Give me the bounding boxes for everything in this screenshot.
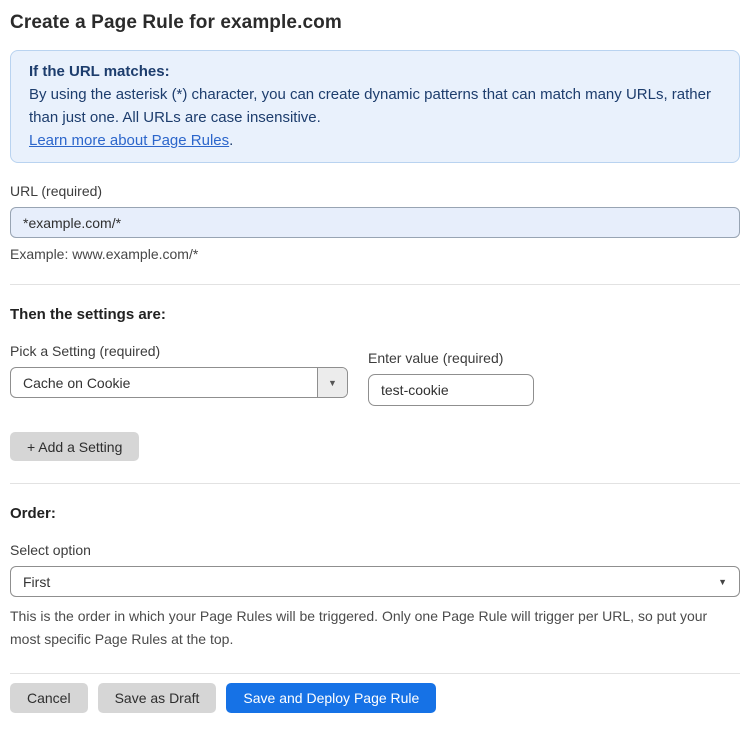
divider	[10, 284, 740, 285]
settings-row: Pick a Setting (required) Cache on Cooki…	[10, 323, 740, 406]
setting-select-value: Cache on Cookie	[23, 374, 131, 391]
url-match-info-box: If the URL matches: By using the asteris…	[10, 50, 740, 163]
add-setting-button[interactable]: + Add a Setting	[10, 432, 140, 461]
order-select-label: Select option	[10, 542, 91, 558]
link-suffix: .	[229, 132, 234, 149]
pick-setting-label: Pick a Setting (required)	[10, 343, 161, 359]
chevron-down-icon: ▼	[718, 576, 727, 587]
page-title: Create a Page Rule for example.com	[10, 12, 342, 33]
url-example-text: Example: www.example.com/*	[10, 246, 199, 262]
info-box-body: By using the asterisk (*) character, you…	[29, 86, 711, 126]
order-section-heading: Order:	[10, 505, 56, 522]
order-select[interactable]: First ▼	[10, 566, 740, 597]
url-field-label: URL (required)	[10, 183, 103, 199]
setting-select[interactable]: Cache on Cookie ▼	[10, 367, 348, 398]
learn-more-link[interactable]: Learn more about Page Rules	[29, 132, 229, 149]
divider	[10, 673, 740, 674]
order-helper-text: This is the order in which your Page Rul…	[10, 608, 708, 647]
page-rule-form: Create a Page Rule for example.com If th…	[0, 0, 750, 733]
settings-section-heading: Then the settings are:	[10, 306, 166, 323]
setting-value-input[interactable]	[368, 374, 534, 406]
footer-buttons: Cancel Save as Draft Save and Deploy Pag…	[10, 683, 740, 713]
info-box-heading: If the URL matches:	[29, 63, 170, 80]
order-select-value: First	[23, 573, 51, 590]
cancel-button[interactable]: Cancel	[10, 683, 88, 713]
divider	[10, 483, 740, 484]
enter-value-label: Enter value (required)	[368, 350, 504, 366]
save-as-draft-button[interactable]: Save as Draft	[97, 683, 217, 713]
chevron-down-icon[interactable]: ▼	[317, 368, 347, 397]
url-input[interactable]	[10, 207, 740, 238]
save-and-deploy-button[interactable]: Save and Deploy Page Rule	[226, 683, 437, 713]
